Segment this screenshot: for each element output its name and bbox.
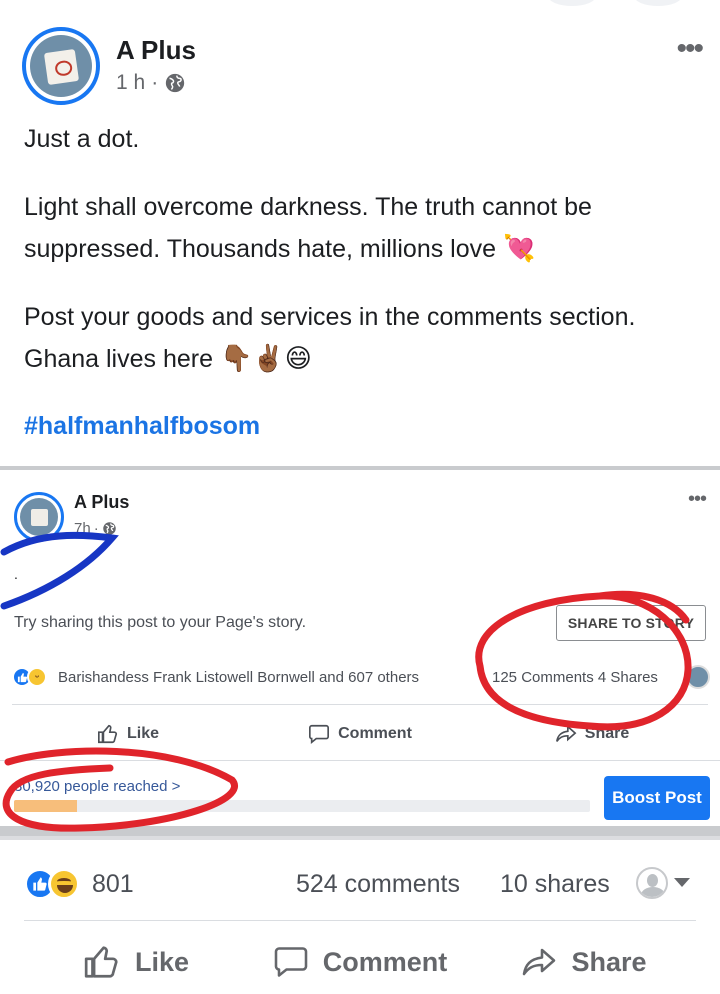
reach-progress-fill [14,800,78,812]
screenshot-separator: · [93,520,99,537]
post-time[interactable]: 1 h [116,71,145,95]
post-paragraph: Light shall overcome darkness. The truth… [24,186,704,270]
screenshot-like-label: Like [126,725,159,742]
blue-annotation-stroke [0,531,119,610]
share-to-story-button: SHARE TO STORY [556,605,706,641]
story-prompt: Try sharing this post to your Page's sto… [14,614,307,631]
globe-icon [166,73,185,93]
share-arrow-icon [555,724,577,742]
caret-down-icon[interactable] [674,878,690,887]
screenshot-comment-label: Comment [338,725,412,742]
comment-label: Comment [322,946,448,977]
page-avatar[interactable] [22,27,100,105]
haha-reaction-icon [48,868,80,900]
like-label: Like [134,946,190,977]
share-button[interactable]: Share [472,938,696,986]
top-button-stub [548,0,596,6]
post-paragraph: Just a dot. [24,125,140,153]
chevron-right-icon: > [171,778,181,795]
post-meta: 1 h · [116,71,186,95]
viewer-avatar[interactable] [636,867,668,899]
shares-count[interactable]: 10 shares [500,870,610,899]
globe-icon [102,522,116,535]
share-arrow-icon [523,948,556,976]
heart-arrow-emoji: 💘 [503,234,536,264]
thumbs-up-icon [97,724,118,744]
screenshot-actions: Like Comment Share [12,714,708,754]
boost-post-button: Boost Post [604,776,710,820]
screenshot-time: 7h [74,520,91,537]
screenshot-meta: 7h · [74,520,117,537]
screenshot-comment: Comment [244,714,476,754]
more-options-icon[interactable]: ••• [676,34,703,64]
divider [0,760,720,761]
emoji-sequence: 👇🏾✌🏾😄 [219,344,312,374]
screenshot-share: Share [476,714,708,754]
screenshot-page-name: A Plus [74,492,130,512]
divider [24,920,696,921]
post-body: Just a dot. Light shall overcome darknes… [24,118,704,406]
like-button[interactable]: Like [24,938,248,986]
post-paragraph: Post your goods and services in the comm… [24,296,704,380]
screenshot-mini-avatar [686,665,710,689]
screenshot-avatar [14,492,64,542]
screenshot-bottom-band [0,826,720,836]
screenshot-more-icon: ••• [687,488,707,510]
comments-count[interactable]: 524 comments [296,870,460,899]
post-header: A Plus 1 h · ••• [22,27,704,107]
screenshot-post-text: . [14,566,18,582]
divider [12,704,708,705]
top-button-stub [634,0,682,6]
thumbs-up-icon [84,946,118,978]
screenshot-reaction-icons: ᵕ [12,667,47,687]
reaction-count[interactable]: 801 [92,870,134,899]
share-label: Share [571,946,647,977]
reactions-summary[interactable]: 801 524 comments 10 shares [24,866,696,902]
haha-reaction-icon: ᵕ [27,667,47,687]
people-reached: 30,920 people reached > [14,778,180,795]
comment-icon [309,724,330,744]
screenshot-reactions-row: ᵕ Barishandess Frank Listowell Bornwell … [12,665,712,690]
screenshot-share-label: Share [584,725,630,742]
reach-progress-bar [14,800,590,812]
page-name[interactable]: A Plus [116,35,196,66]
post-paragraph-text: Post your goods and services in the comm… [24,303,636,373]
screenshot-like: Like [12,714,244,754]
hashtag-link[interactable]: #halfmanhalfbosom [24,412,260,441]
people-reached-text: 30,920 people reached [14,778,168,795]
post-action-bar: Like Comment Share [24,938,696,986]
comment-button[interactable]: Comment [248,938,472,986]
screenshot-counts: 125 Comments 4 Shares [492,669,658,686]
shared-screenshot-image[interactable]: A Plus 7h · ••• . Try sharing this post … [0,466,720,840]
screenshot-reactors: Barishandess Frank Listowell Bornwell an… [58,669,420,686]
meta-separator: · [151,71,159,94]
comment-icon [274,947,308,977]
